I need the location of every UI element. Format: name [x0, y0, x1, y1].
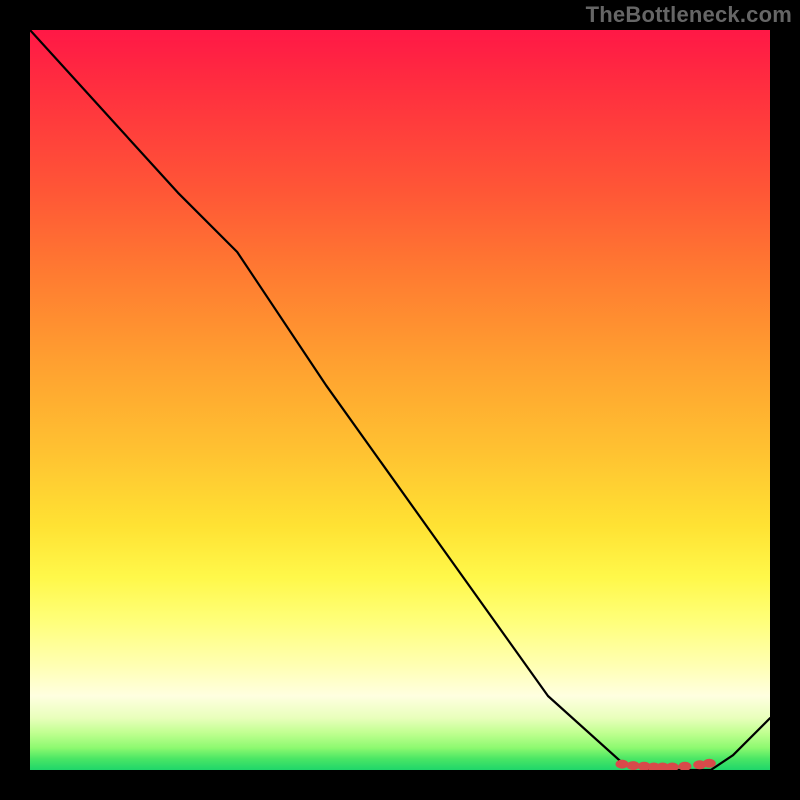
marker-dot	[616, 760, 629, 769]
chart-overlay	[30, 30, 770, 770]
marker-dot	[703, 759, 716, 768]
chart-curve	[30, 30, 770, 770]
marker-dot	[678, 762, 691, 770]
chart-frame: TheBottleneck.com	[0, 0, 800, 800]
plot-area	[30, 30, 770, 770]
marker-cluster	[616, 759, 716, 770]
marker-dot	[666, 763, 679, 771]
marker-dot	[627, 761, 640, 770]
watermark-label: TheBottleneck.com	[586, 2, 792, 28]
